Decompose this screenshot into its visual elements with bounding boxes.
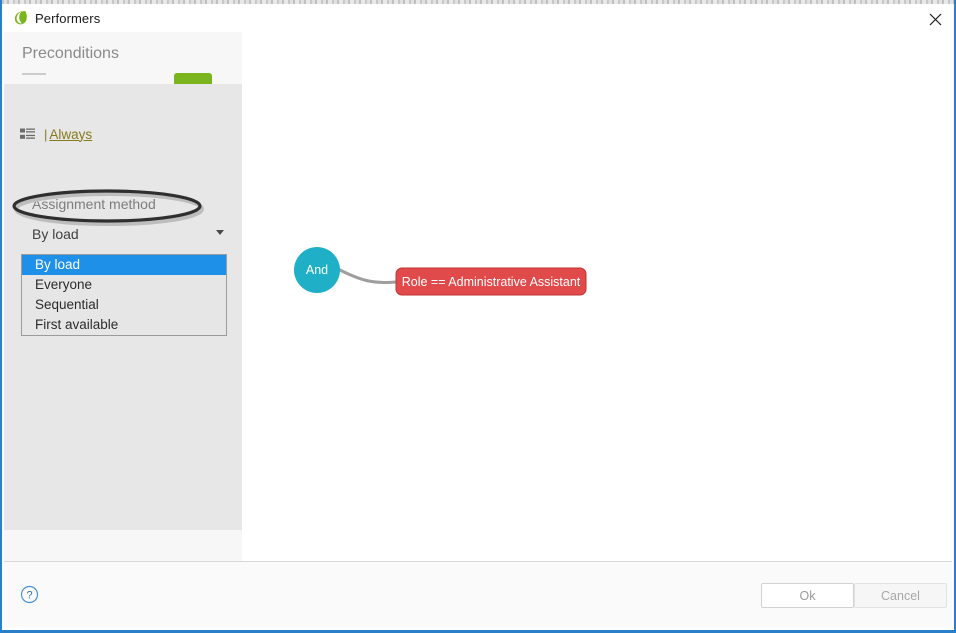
performers-dialog-window: Performers Preconditions + xyxy=(0,0,956,633)
close-icon[interactable] xyxy=(913,4,954,34)
dropdown-option-everyone[interactable]: Everyone xyxy=(22,275,226,295)
and-node-circle[interactable] xyxy=(294,247,340,293)
dialog-footer: ? Ok Cancel xyxy=(4,561,952,627)
preconditions-sidebar: Preconditions + | xyxy=(4,32,242,562)
dropdown-option-by-load[interactable]: By load xyxy=(22,255,226,275)
assignment-method-selected-value: By load xyxy=(32,226,79,242)
graph-edge xyxy=(338,268,398,284)
cancel-button[interactable]: Cancel xyxy=(854,583,947,608)
condition-node-rect[interactable] xyxy=(395,267,587,296)
title-underline xyxy=(22,73,46,75)
sidebar-body: | Always Assignment method By load By lo… xyxy=(4,84,242,530)
assignment-method-label: Assignment method xyxy=(32,196,156,212)
help-circle-icon[interactable]: ? xyxy=(20,585,39,604)
assignment-method-select[interactable]: By load xyxy=(32,226,228,246)
sidebar-header: Preconditions + xyxy=(4,32,242,103)
graph-svg: And Role == Administrative Assistant xyxy=(294,247,587,296)
svg-text:?: ? xyxy=(26,590,32,602)
window-title: Performers xyxy=(35,11,101,26)
sidebar-footer-spacer xyxy=(4,530,242,562)
ok-button[interactable]: Ok xyxy=(761,583,854,608)
leaf-icon xyxy=(12,9,29,26)
chevron-down-icon xyxy=(216,230,224,235)
title-bar: Performers xyxy=(2,4,954,34)
precondition-graph-canvas[interactable]: And Role == Administrative Assistant xyxy=(242,32,952,562)
precondition-always-row[interactable]: | Always xyxy=(20,126,92,142)
page-title: Preconditions xyxy=(22,45,119,62)
precondition-always-link[interactable]: Always xyxy=(49,127,92,142)
dropdown-option-first-available[interactable]: First available xyxy=(22,315,226,335)
list-icon xyxy=(20,128,35,140)
assignment-method-dropdown-list[interactable]: By load Everyone Sequential First availa… xyxy=(21,254,227,336)
dropdown-option-sequential[interactable]: Sequential xyxy=(22,295,226,315)
precondition-separator: | xyxy=(44,126,48,142)
